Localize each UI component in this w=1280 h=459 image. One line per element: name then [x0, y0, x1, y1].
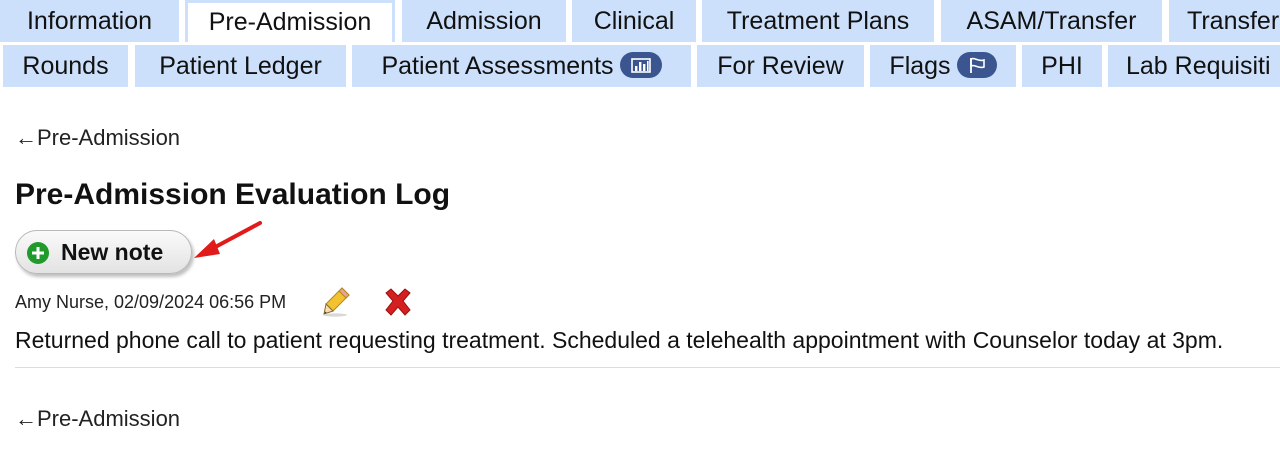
tab-patient-assessments[interactable]: Patient Assessments — [352, 45, 691, 87]
pencil-edit-icon[interactable] — [322, 285, 352, 322]
tab-label: Patient Assessments — [381, 52, 614, 80]
annotation-arrow-icon — [192, 218, 264, 265]
note-body-text: Returned phone call to patient requestin… — [15, 327, 1224, 353]
tab-flags[interactable]: Flags — [870, 45, 1016, 87]
note-divider — [15, 367, 1280, 368]
tab-label: Clinical — [593, 7, 675, 35]
tab-treatment-plans[interactable]: Treatment Plans — [702, 0, 934, 42]
tab-row-secondary: Rounds Patient Ledger Patient Assessment… — [0, 45, 1280, 87]
tab-label: Patient Ledger — [159, 52, 322, 80]
bar-chart-icon — [619, 52, 662, 79]
tab-transfer[interactable]: Transfer — [1169, 0, 1280, 42]
flag-icon — [956, 52, 997, 79]
tab-clinical[interactable]: Clinical — [572, 0, 696, 42]
tab-label: Information — [26, 7, 153, 35]
tab-label: Rounds — [22, 52, 109, 80]
tab-label: Treatment Plans — [726, 7, 910, 35]
tab-label: For Review — [717, 52, 844, 80]
tab-label: Flags — [889, 52, 951, 80]
tab-information[interactable]: Information — [0, 0, 179, 42]
page-title: Pre-Admission Evaluation Log — [15, 178, 451, 211]
new-note-button[interactable]: New note — [15, 230, 192, 274]
tab-row-primary: Information Pre-Admission Admission Clin… — [0, 0, 1280, 42]
tab-label: Admission — [426, 7, 542, 35]
tab-pre-admission[interactable]: Pre-Admission — [185, 0, 395, 42]
tab-phi[interactable]: PHI — [1022, 45, 1102, 87]
tab-label: Lab Requisiti — [1126, 52, 1271, 80]
new-note-label: New note — [61, 239, 164, 265]
tab-label: ASAM/Transfer — [966, 7, 1137, 35]
back-to-pre-admission-link[interactable]: ←Pre-Admission — [15, 125, 180, 151]
plus-circle-icon — [26, 241, 50, 270]
tab-lab-requisitions[interactable]: Lab Requisiti — [1108, 45, 1280, 87]
tab-asam-transfer[interactable]: ASAM/Transfer — [941, 0, 1162, 42]
tab-patient-ledger[interactable]: Patient Ledger — [135, 45, 346, 87]
delete-x-icon[interactable] — [382, 286, 414, 323]
back-to-pre-admission-link-bottom[interactable]: ←Pre-Admission — [15, 406, 180, 432]
tab-for-review[interactable]: For Review — [697, 45, 864, 87]
tab-label: Transfer — [1187, 7, 1280, 35]
tab-rounds[interactable]: Rounds — [3, 45, 128, 87]
tab-label: Pre-Admission — [208, 8, 372, 36]
note-author-timestamp: Amy Nurse, 02/09/2024 06:56 PM — [15, 292, 287, 312]
tab-admission[interactable]: Admission — [402, 0, 566, 42]
tab-label: PHI — [1041, 52, 1083, 80]
